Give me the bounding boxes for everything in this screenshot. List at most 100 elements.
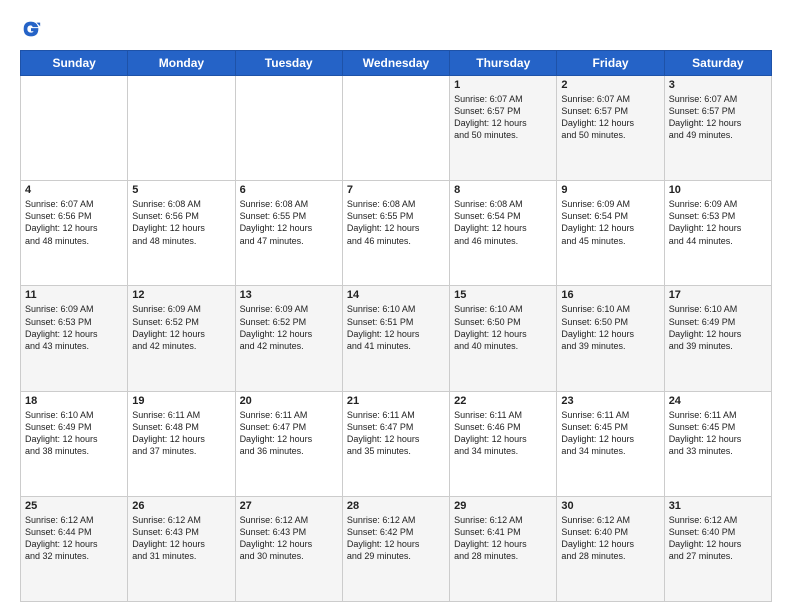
daylight-text: and 27 minutes. bbox=[669, 551, 733, 561]
day-number: 29 bbox=[454, 500, 552, 512]
day-number: 8 bbox=[454, 184, 552, 196]
day-number: 23 bbox=[561, 395, 659, 407]
daylight-text: Daylight: 12 hours bbox=[561, 539, 634, 549]
daylight-text: and 41 minutes. bbox=[347, 341, 411, 351]
table-row bbox=[21, 76, 128, 181]
daylight-text: Daylight: 12 hours bbox=[454, 118, 527, 128]
daylight-text: Daylight: 12 hours bbox=[454, 539, 527, 549]
sunset-text: Sunset: 6:41 PM bbox=[454, 527, 521, 537]
day-number: 26 bbox=[132, 500, 230, 512]
daylight-text: Daylight: 12 hours bbox=[132, 223, 205, 233]
sunset-text: Sunset: 6:46 PM bbox=[454, 422, 521, 432]
calendar-week-row: 4Sunrise: 6:07 AMSunset: 6:56 PMDaylight… bbox=[21, 181, 772, 286]
cell-info: Sunrise: 6:07 AMSunset: 6:57 PMDaylight:… bbox=[561, 93, 659, 142]
page: Sunday Monday Tuesday Wednesday Thursday… bbox=[0, 0, 792, 612]
daylight-text: Daylight: 12 hours bbox=[561, 223, 634, 233]
daylight-text: Daylight: 12 hours bbox=[347, 539, 420, 549]
sunset-text: Sunset: 6:57 PM bbox=[669, 106, 736, 116]
cell-info: Sunrise: 6:07 AMSunset: 6:56 PMDaylight:… bbox=[25, 198, 123, 247]
daylight-text: and 28 minutes. bbox=[561, 551, 625, 561]
day-number: 10 bbox=[669, 184, 767, 196]
cell-info: Sunrise: 6:12 AMSunset: 6:44 PMDaylight:… bbox=[25, 514, 123, 563]
cell-info: Sunrise: 6:08 AMSunset: 6:55 PMDaylight:… bbox=[347, 198, 445, 247]
daylight-text: and 43 minutes. bbox=[25, 341, 89, 351]
sunrise-text: Sunrise: 6:12 AM bbox=[347, 515, 416, 525]
daylight-text: Daylight: 12 hours bbox=[240, 329, 313, 339]
day-number: 31 bbox=[669, 500, 767, 512]
sunrise-text: Sunrise: 6:07 AM bbox=[25, 199, 94, 209]
sunrise-text: Sunrise: 6:10 AM bbox=[561, 304, 630, 314]
sunrise-text: Sunrise: 6:10 AM bbox=[25, 410, 94, 420]
daylight-text: and 34 minutes. bbox=[454, 446, 518, 456]
daylight-text: Daylight: 12 hours bbox=[669, 118, 742, 128]
daylight-text: and 45 minutes. bbox=[561, 236, 625, 246]
sunrise-text: Sunrise: 6:07 AM bbox=[454, 94, 523, 104]
daylight-text: Daylight: 12 hours bbox=[561, 434, 634, 444]
daylight-text: and 29 minutes. bbox=[347, 551, 411, 561]
daylight-text: and 42 minutes. bbox=[240, 341, 304, 351]
daylight-text: and 46 minutes. bbox=[347, 236, 411, 246]
sunrise-text: Sunrise: 6:09 AM bbox=[132, 304, 201, 314]
daylight-text: Daylight: 12 hours bbox=[669, 539, 742, 549]
table-row bbox=[342, 76, 449, 181]
sunset-text: Sunset: 6:50 PM bbox=[561, 317, 628, 327]
daylight-text: Daylight: 12 hours bbox=[132, 434, 205, 444]
sunset-text: Sunset: 6:50 PM bbox=[454, 317, 521, 327]
sunset-text: Sunset: 6:52 PM bbox=[240, 317, 307, 327]
day-number: 16 bbox=[561, 289, 659, 301]
sunrise-text: Sunrise: 6:09 AM bbox=[561, 199, 630, 209]
sunset-text: Sunset: 6:40 PM bbox=[669, 527, 736, 537]
table-row bbox=[235, 76, 342, 181]
sunrise-text: Sunrise: 6:07 AM bbox=[669, 94, 738, 104]
sunset-text: Sunset: 6:49 PM bbox=[25, 422, 92, 432]
table-row: 20Sunrise: 6:11 AMSunset: 6:47 PMDayligh… bbox=[235, 391, 342, 496]
calendar-week-row: 1Sunrise: 6:07 AMSunset: 6:57 PMDaylight… bbox=[21, 76, 772, 181]
table-row: 14Sunrise: 6:10 AMSunset: 6:51 PMDayligh… bbox=[342, 286, 449, 391]
daylight-text: and 32 minutes. bbox=[25, 551, 89, 561]
daylight-text: and 37 minutes. bbox=[132, 446, 196, 456]
sunrise-text: Sunrise: 6:11 AM bbox=[454, 410, 522, 420]
sunset-text: Sunset: 6:54 PM bbox=[454, 211, 521, 221]
sunset-text: Sunset: 6:40 PM bbox=[561, 527, 628, 537]
cell-info: Sunrise: 6:12 AMSunset: 6:43 PMDaylight:… bbox=[240, 514, 338, 563]
sunset-text: Sunset: 6:57 PM bbox=[454, 106, 521, 116]
day-number: 21 bbox=[347, 395, 445, 407]
table-row: 19Sunrise: 6:11 AMSunset: 6:48 PMDayligh… bbox=[128, 391, 235, 496]
sunrise-text: Sunrise: 6:12 AM bbox=[132, 515, 201, 525]
col-saturday: Saturday bbox=[664, 51, 771, 76]
daylight-text: Daylight: 12 hours bbox=[454, 329, 527, 339]
daylight-text: Daylight: 12 hours bbox=[561, 118, 634, 128]
cell-info: Sunrise: 6:07 AM Sunset: 6:57 PM Daylight:… bbox=[454, 93, 552, 142]
daylight-text: and 39 minutes. bbox=[669, 341, 733, 351]
day-number: 17 bbox=[669, 289, 767, 301]
day-number: 12 bbox=[132, 289, 230, 301]
calendar-week-row: 25Sunrise: 6:12 AMSunset: 6:44 PMDayligh… bbox=[21, 496, 772, 601]
daylight-text: Daylight: 12 hours bbox=[240, 434, 313, 444]
cell-info: Sunrise: 6:08 AMSunset: 6:56 PMDaylight:… bbox=[132, 198, 230, 247]
daylight-text: Daylight: 12 hours bbox=[25, 223, 98, 233]
day-number: 20 bbox=[240, 395, 338, 407]
sunrise-text: Sunrise: 6:12 AM bbox=[240, 515, 309, 525]
cell-info: Sunrise: 6:12 AMSunset: 6:43 PMDaylight:… bbox=[132, 514, 230, 563]
cell-info: Sunrise: 6:09 AMSunset: 6:54 PMDaylight:… bbox=[561, 198, 659, 247]
sunrise-text: Sunrise: 6:11 AM bbox=[347, 410, 415, 420]
table-row: 6Sunrise: 6:08 AMSunset: 6:55 PMDaylight… bbox=[235, 181, 342, 286]
day-number: 9 bbox=[561, 184, 659, 196]
table-row: 25Sunrise: 6:12 AMSunset: 6:44 PMDayligh… bbox=[21, 496, 128, 601]
sunrise-text: Sunrise: 6:10 AM bbox=[454, 304, 523, 314]
daylight-text: and 33 minutes. bbox=[669, 446, 733, 456]
daylight-text: and 50 minutes. bbox=[454, 130, 518, 140]
sunset-text: Sunset: 6:43 PM bbox=[240, 527, 307, 537]
daylight-text: Daylight: 12 hours bbox=[669, 223, 742, 233]
daylight-text: and 36 minutes. bbox=[240, 446, 304, 456]
daylight-text: Daylight: 12 hours bbox=[669, 329, 742, 339]
cell-info: Sunrise: 6:11 AMSunset: 6:46 PMDaylight:… bbox=[454, 409, 552, 458]
cell-info: Sunrise: 6:09 AMSunset: 6:53 PMDaylight:… bbox=[25, 303, 123, 352]
table-row: 17Sunrise: 6:10 AMSunset: 6:49 PMDayligh… bbox=[664, 286, 771, 391]
cell-info: Sunrise: 6:11 AMSunset: 6:47 PMDaylight:… bbox=[347, 409, 445, 458]
cell-info: Sunrise: 6:08 AMSunset: 6:54 PMDaylight:… bbox=[454, 198, 552, 247]
daylight-text: and 42 minutes. bbox=[132, 341, 196, 351]
cell-info: Sunrise: 6:08 AMSunset: 6:55 PMDaylight:… bbox=[240, 198, 338, 247]
daylight-text: Daylight: 12 hours bbox=[347, 329, 420, 339]
sunrise-text: Sunrise: 6:09 AM bbox=[240, 304, 309, 314]
